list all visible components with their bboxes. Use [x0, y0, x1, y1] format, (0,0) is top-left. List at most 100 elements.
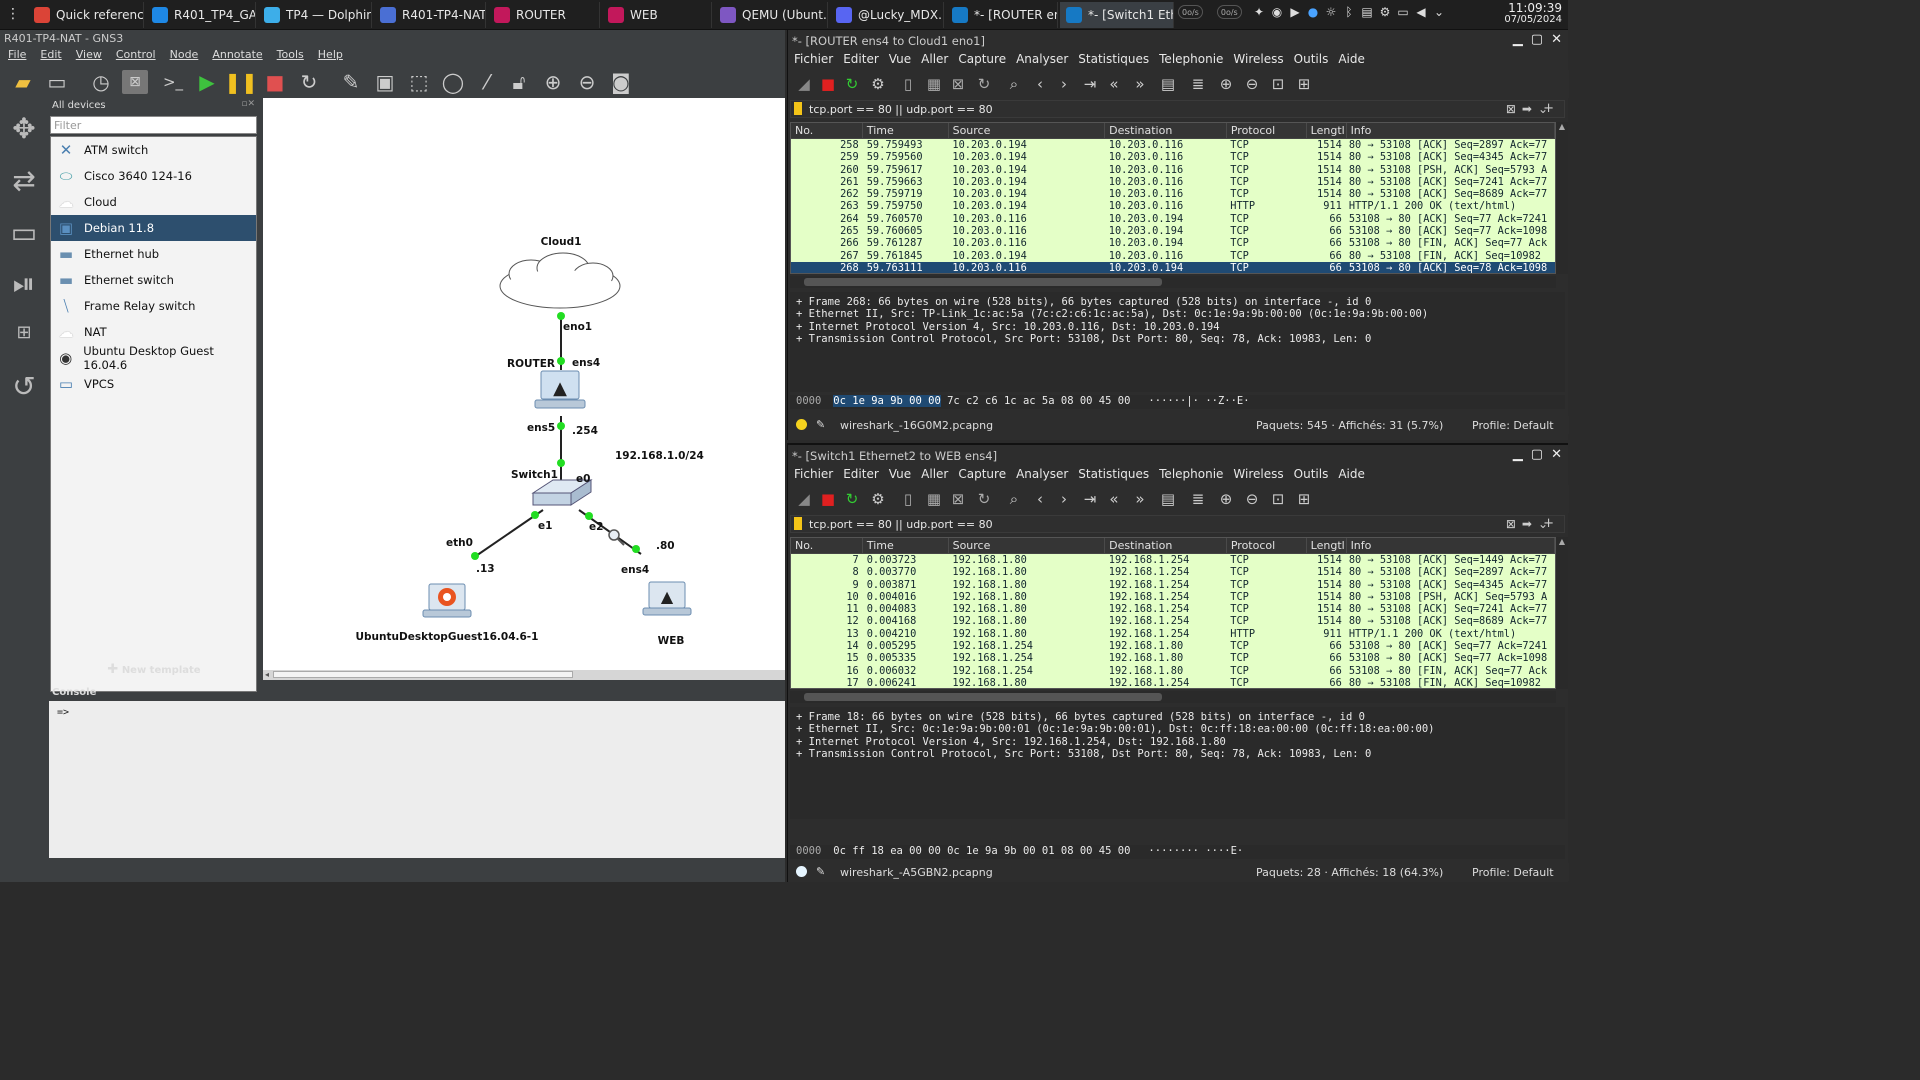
reload-file-icon[interactable]: ↻ [974, 74, 994, 94]
ws-menu-item[interactable]: Capture [958, 52, 1006, 66]
taskbar-task[interactable]: TP4 — Dolphin [258, 2, 372, 28]
packet-row[interactable]: 268 59.763111 10.203.0.116 10.203.0.194 TCP 6… [791, 261, 1555, 273]
stop-capture-icon[interactable]: ■ [818, 74, 838, 94]
taskbar-task[interactable]: @Lucky_MDX... [830, 2, 944, 28]
port-switch-e2[interactable] [585, 512, 593, 520]
column-header[interactable]: Destination [1105, 123, 1227, 138]
device-item[interactable]: ▬ Ethernet hub [51, 241, 256, 267]
video-icon[interactable]: ▶ [1288, 5, 1302, 19]
ws-menu-item[interactable]: Aide [1338, 467, 1365, 481]
zoom-in-icon[interactable]: ⊕ [540, 70, 566, 94]
column-header[interactable]: Info [1347, 123, 1555, 138]
packet-row[interactable]: 266 59.761287 10.203.0.116 10.203.0.194 TCP 6… [791, 237, 1555, 250]
device-item[interactable]: ◉ Ubuntu Desktop Guest 16.04.6 [51, 344, 256, 372]
port-web-ens4[interactable] [632, 545, 640, 553]
zoom-out-icon[interactable]: ⊖ [1242, 74, 1262, 94]
suspend-all-icon[interactable]: ❚❚ [224, 70, 258, 94]
display-filter-input[interactable]: tcp.port == 80 || udp.port == 80 [790, 515, 1565, 533]
bluetooth-icon[interactable]: ᛒ [1342, 5, 1356, 19]
go-to-packet-icon[interactable]: ⇥ [1080, 74, 1100, 94]
ws-menu-item[interactable]: Analyser [1016, 467, 1068, 481]
packet-row[interactable]: 13 0.004210 192.168.1.80 192.168.1.254 HTTP 9… [791, 627, 1555, 641]
packet-row[interactable]: 16 0.006032 192.168.1.254 192.168.1.80 TCP 66… [791, 664, 1555, 677]
packet-row[interactable]: 261 59.759663 10.203.0.194 10.203.0.116 TCP 1… [791, 175, 1555, 189]
device-item[interactable]: ▬ Ethernet switch [51, 267, 256, 293]
packet-row[interactable]: 263 59.759750 10.203.0.194 10.203.0.116 HTTP… [791, 200, 1555, 213]
ws-menu-item[interactable]: Analyser [1016, 52, 1068, 66]
taskbar-task[interactable]: *- [Switch1 Eth... [1060, 2, 1174, 28]
close-icon[interactable]: ✕ [1551, 447, 1562, 462]
packet-row[interactable]: 9 0.003871 192.168.1.80 192.168.1.254 TCP 151… [791, 578, 1555, 591]
column-header[interactable]: No. [791, 123, 863, 138]
apply-filter-icon[interactable]: ➡ [1522, 102, 1532, 116]
device-filter-input[interactable]: Filter [50, 116, 257, 134]
detail-line[interactable]: + Transmission Control Protocol, Src Por… [796, 748, 1559, 760]
discord-tray-icon[interactable]: ◉ [1270, 5, 1284, 19]
column-header[interactable]: Protocol [1227, 123, 1307, 138]
move-icon[interactable]: ✥ [6, 110, 42, 146]
detail-line[interactable]: + Frame 18: 66 bytes on wire (528 bits),… [796, 711, 1559, 723]
autoscroll-icon[interactable]: ▤ [1158, 489, 1178, 509]
packet-row[interactable]: 8 0.003770 192.168.1.80 192.168.1.254 TCP 151… [791, 566, 1555, 579]
packet-list-hscrollbar[interactable] [790, 691, 1556, 703]
web-node[interactable]: ▲ [642, 581, 692, 616]
menu-file[interactable]: File [8, 48, 26, 66]
console-output[interactable]: => [49, 701, 785, 858]
restart-capture-icon[interactable]: ↻ [842, 489, 862, 509]
resize-columns-icon[interactable]: ⊞ [1294, 489, 1314, 509]
ws-menu-item[interactable]: Telephonie [1159, 467, 1223, 481]
port-ubuntu-eth0[interactable] [471, 552, 479, 560]
go-forward-icon[interactable]: › [1054, 74, 1074, 94]
ws-menu-item[interactable]: Editer [843, 467, 879, 481]
close-file-icon[interactable]: ⊠ [948, 74, 968, 94]
device-item[interactable]: ⧹ Frame Relay switch [51, 293, 256, 319]
zoom-out-icon[interactable]: ⊖ [574, 70, 600, 94]
add-note-icon[interactable]: ✎ [338, 70, 364, 94]
zoom-in-icon[interactable]: ⊕ [1216, 74, 1236, 94]
add-filter-icon[interactable]: + [1543, 516, 1554, 531]
draw-line-icon[interactable]: ⁄ [474, 70, 500, 94]
shark-fin-icon[interactable]: ◢ [794, 74, 814, 94]
packet-list-hscrollbar[interactable] [790, 276, 1556, 288]
minimize-icon[interactable]: ▁ [1513, 447, 1523, 462]
settings-icon[interactable]: ⚙ [1378, 5, 1392, 19]
volume-icon[interactable]: ◀ [1414, 5, 1428, 19]
open-file-icon[interactable]: ▯ [898, 489, 918, 509]
ws-menu-item[interactable]: Telephonie [1159, 52, 1223, 66]
bookmark-icon[interactable] [794, 102, 802, 115]
ws-menu-item[interactable]: Outils [1294, 467, 1329, 481]
ws-menu-item[interactable]: Aller [921, 52, 948, 66]
open-project-icon[interactable]: ▰ [10, 70, 36, 94]
menu-tools[interactable]: Tools [277, 48, 304, 66]
column-header[interactable]: Time [863, 123, 949, 138]
packet-row[interactable]: 11 0.004083 192.168.1.80 192.168.1.254 TCP 15… [791, 603, 1555, 616]
taskbar-task[interactable]: QEMU (Ubunt... [714, 2, 828, 28]
bookmark-icon[interactable] [794, 517, 802, 530]
packet-row[interactable]: 17 0.006241 192.168.1.80 192.168.1.254 TCP 66… [791, 676, 1555, 688]
ws-menu-item[interactable]: Statistiques [1078, 52, 1149, 66]
packet-row[interactable]: 262 59.759719 10.203.0.194 10.203.0.116 TCP 1… [791, 188, 1555, 201]
add-link-icon[interactable]: ↺ [6, 368, 42, 404]
column-header[interactable]: No. [791, 538, 863, 553]
minimize-icon[interactable]: ▁ [1513, 32, 1523, 47]
port-switch-e1[interactable] [531, 511, 539, 519]
profile-label[interactable]: Profile: Default [1472, 866, 1554, 879]
ws-menu-item[interactable]: Capture [958, 467, 1006, 481]
hscroll-thumb[interactable] [804, 278, 1162, 286]
topology-canvas[interactable]: ▲ ▲ Cloud1 eno1 ROUTER ens4 ens5 .254 19… [263, 98, 785, 670]
ws-menu-item[interactable]: Aide [1338, 52, 1365, 66]
chevron-down-icon[interactable]: ⌄ [1432, 5, 1446, 19]
menu-node[interactable]: Node [170, 48, 199, 66]
column-header[interactable]: Source [949, 123, 1106, 138]
detail-line[interactable]: + Transmission Control Protocol, Src Por… [796, 333, 1559, 345]
ws-menu-item[interactable]: Vue [889, 52, 911, 66]
device-item[interactable]: ⬭ Cisco 3640 124-16 [51, 163, 256, 189]
go-back-icon[interactable]: ‹ [1030, 74, 1050, 94]
find-packet-icon[interactable]: ⌕ [1004, 489, 1024, 509]
packet-row[interactable]: 14 0.005295 192.168.1.254 192.168.1.80 TCP 66… [791, 640, 1555, 653]
lock-icon[interactable]: 🔓︎ [506, 70, 532, 94]
hscroll-thumb[interactable] [804, 693, 1162, 701]
security-devices-icon[interactable]: ⏯ [6, 266, 42, 302]
add-filter-icon[interactable]: + [1543, 101, 1554, 116]
capture-options-icon[interactable]: ⚙ [868, 489, 888, 509]
